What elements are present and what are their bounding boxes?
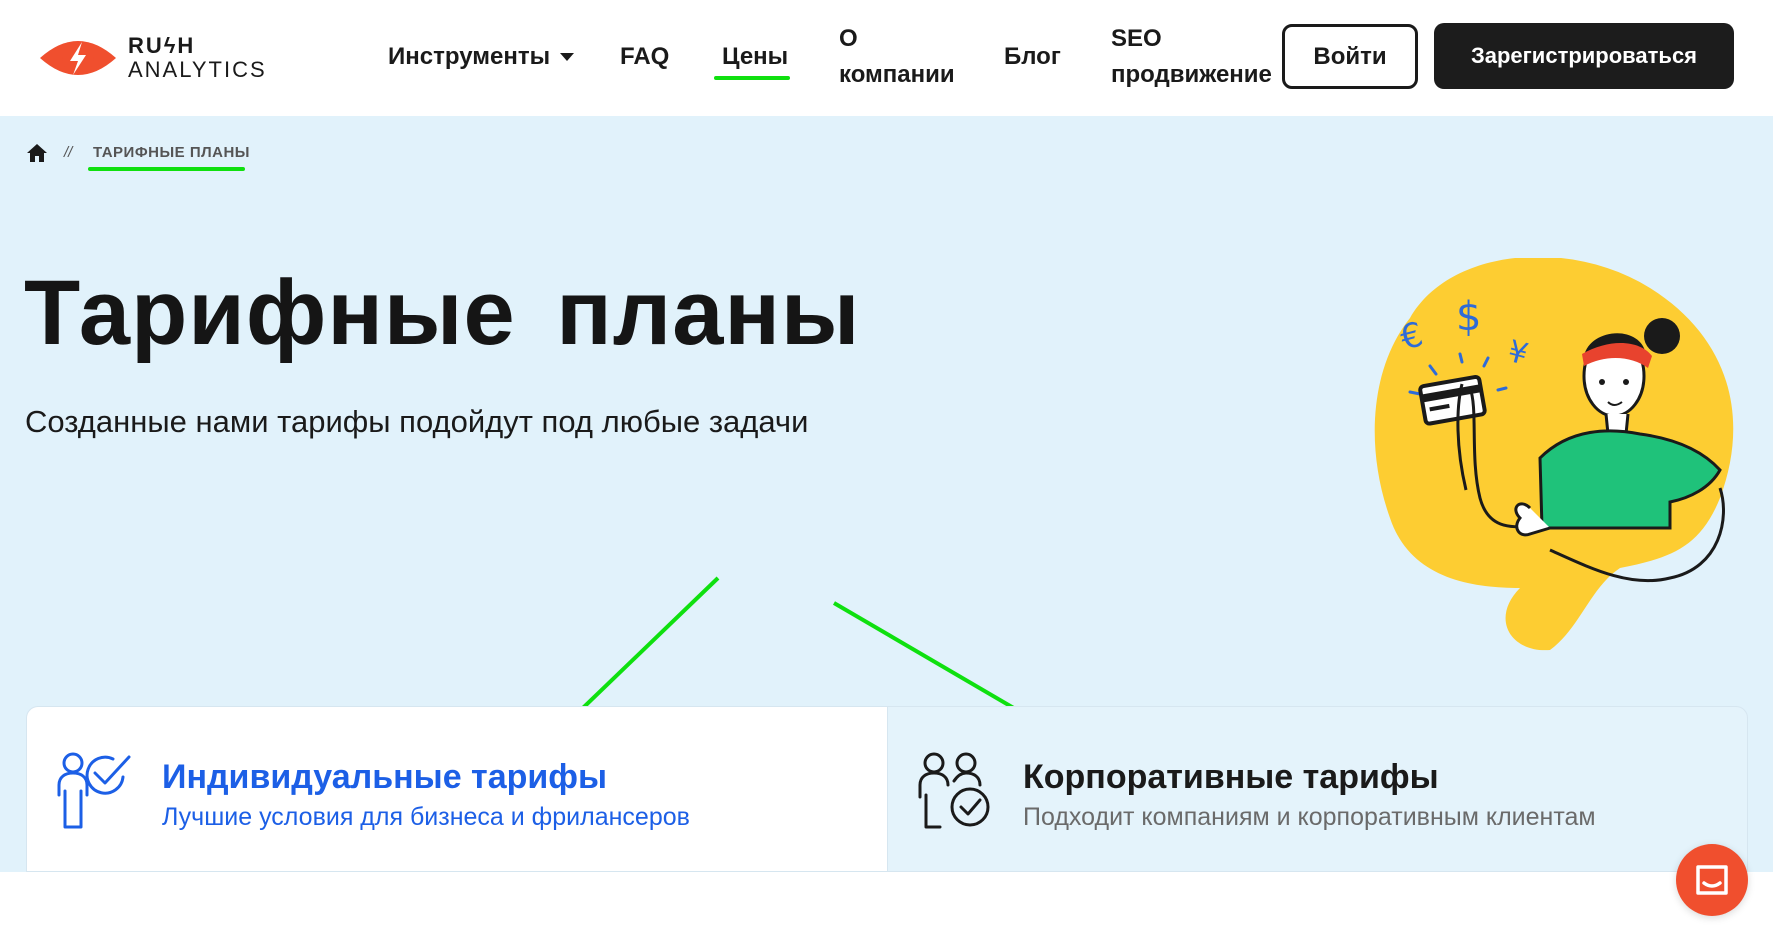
- tariff-type-tabs: Индивидуальные тарифы Лучшие условия для…: [26, 706, 1748, 872]
- tab-individual-tariffs[interactable]: Индивидуальные тарифы Лучшие условия для…: [26, 706, 887, 872]
- person-check-icon: [57, 752, 131, 829]
- nav-seo-link[interactable]: SEO продвижение: [1111, 21, 1272, 93]
- login-button[interactable]: Войти: [1282, 24, 1418, 89]
- nav-about-link[interactable]: О компании: [839, 21, 979, 93]
- nav-faq-link[interactable]: FAQ: [620, 39, 669, 75]
- tab-corporate-description: Подходит компаниям и корпоративным клиен…: [1023, 803, 1596, 831]
- nav-prices-link[interactable]: Цены: [722, 39, 788, 75]
- page-subtitle: Созданные нами тарифы подойдут под любые…: [25, 404, 809, 439]
- nav-seo-line1: SEO: [1111, 25, 1162, 52]
- chat-widget-button[interactable]: [1676, 844, 1748, 916]
- tab-corporate-tariffs[interactable]: Корпоративные тарифы Подходит компаниям …: [887, 706, 1748, 872]
- nav-tools-dropdown[interactable]: Инструменты: [388, 39, 575, 75]
- register-button[interactable]: Зарегистрироваться: [1434, 23, 1734, 89]
- breadcrumb-separator: //: [64, 144, 73, 161]
- tab-individual-description: Лучшие условия для бизнеса и фрилансеров: [162, 803, 690, 831]
- nav-about-line1: О: [839, 25, 858, 52]
- chat-icon: [1696, 865, 1728, 895]
- rush-analytics-logo[interactable]: RUϟH ANALYTICS: [38, 30, 278, 86]
- nav-blog-link[interactable]: Блог: [1004, 39, 1061, 75]
- logo-text-rush: RUϟH: [128, 33, 196, 58]
- tab-individual-title: Индивидуальные тарифы: [162, 758, 608, 796]
- nav-tools-label: Инструменты: [388, 43, 551, 70]
- pricing-page: RUϟH ANALYTICS Инструменты FAQ Цены О ко…: [0, 0, 1773, 938]
- breadcrumb-current: ТАРИФНЫЕ ПЛАНЫ: [93, 144, 250, 161]
- eye-bolt-logo-icon: [40, 41, 116, 75]
- page-title: Тарифные планы: [24, 262, 861, 364]
- site-header: RUϟH ANALYTICS Инструменты FAQ Цены О ко…: [0, 0, 1773, 116]
- home-icon[interactable]: [26, 142, 48, 164]
- svg-text:$: $: [1456, 294, 1481, 340]
- woman-with-card-illustration: € $ ¥: [1374, 258, 1734, 651]
- breadcrumb-highlight-underline: [88, 167, 245, 171]
- tab-corporate-title: Корпоративные тарифы: [1023, 758, 1439, 796]
- nav-prices-highlight-underline: [714, 76, 790, 80]
- group-check-icon: [918, 752, 990, 829]
- nav-seo-line2: продвижение: [1111, 61, 1272, 88]
- nav-about-line2: компании: [839, 61, 955, 88]
- logo-text-analytics: ANALYTICS: [128, 57, 267, 82]
- caret-down-icon: [560, 53, 575, 61]
